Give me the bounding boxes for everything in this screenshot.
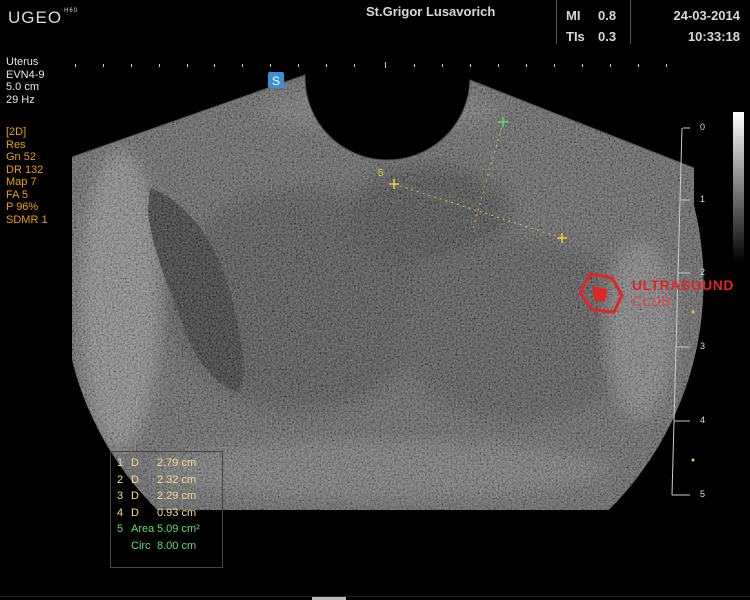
depth-label-4: 4 <box>700 415 706 425</box>
watermark-line2: CLUB <box>632 293 672 309</box>
meas-index: 2 <box>117 473 124 486</box>
measurement-row: 3 D 2.29 cm <box>117 488 222 505</box>
measurement-row: 5 Area 5.09 cm² <box>117 521 222 538</box>
grayscale-bar <box>733 112 744 262</box>
meas-value: 2.32 cm <box>157 473 197 486</box>
depth-label-0: 0 <box>700 122 706 132</box>
watermark: ULTRASOUND CLUB <box>632 277 734 309</box>
measurement-row: Circ 8.00 cm <box>117 538 222 555</box>
caliper-label: 5 <box>378 168 384 179</box>
depth-label-1: 1 <box>700 194 706 204</box>
meas-key: D <box>131 506 139 519</box>
meas-key: Circ <box>131 539 151 552</box>
meas-key: D <box>131 457 139 469</box>
measurement-row: 1 D 2.79 cm <box>117 455 222 472</box>
measurement-row: 2 D 2.32 cm <box>117 472 222 489</box>
bottom-rule <box>0 596 750 597</box>
meas-index: 1 <box>117 457 124 469</box>
meas-key: Area <box>131 523 155 536</box>
meas-key: D <box>131 490 139 503</box>
depth-label-3: 3 <box>700 341 706 351</box>
meas-index: 5 <box>117 523 124 536</box>
meas-key: D <box>131 473 139 486</box>
svg-text:S: S <box>272 74 280 88</box>
top-scale-ticks <box>75 62 667 68</box>
meas-value: 5.09 cm² <box>157 523 200 536</box>
depth-label-5: 5 <box>700 489 706 499</box>
watermark-line1: ULTRASOUND <box>632 277 734 293</box>
measurement-row: 4 D 0.93 cm <box>117 505 222 522</box>
measurement-results: 1 D 2.79 cm 2 D 2.32 cm 3 D 2.29 cm 4 D 0.93 cm … <box>110 451 223 568</box>
meas-index: 4 <box>117 506 124 519</box>
meas-value: 2.79 cm <box>157 457 197 469</box>
meas-index: 3 <box>117 490 124 503</box>
orientation-marker-icon: S <box>268 72 284 88</box>
meas-value: 0.93 cm <box>157 506 197 519</box>
meas-value: 2.29 cm <box>157 490 197 503</box>
depth-label-2: 2 <box>700 267 706 277</box>
meas-value: 8.00 cm <box>157 539 197 552</box>
